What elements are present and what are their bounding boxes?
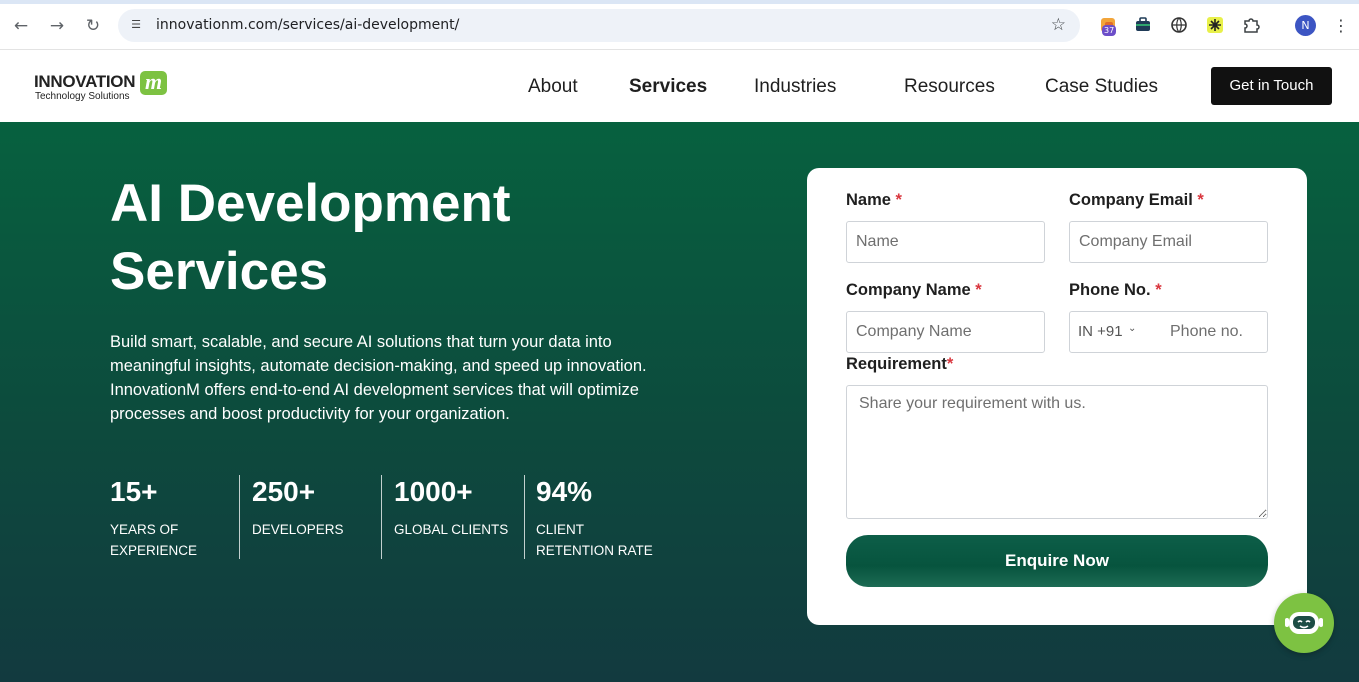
stat-label-line: EXPERIENCE [110,543,198,558]
label-text: Company Email [1069,191,1193,209]
name-field[interactable] [846,221,1045,263]
stat-value: 15+ [110,476,158,507]
phone-number-input[interactable] [1162,312,1267,352]
browser-toolbar: ← → ↻ ☰ innovationm.com/services/ai-deve… [0,0,1359,50]
stat-label-line: DEVELOPERS [252,522,344,537]
phone-field: IN +91 ⌄ [1069,311,1268,353]
stat-label-line: YEARS OF [110,522,179,537]
phone-label: Phone No. * [1069,281,1162,300]
stat-label: GLOBAL CLIENTS [394,519,508,540]
stat-label: YEARS OF EXPERIENCE [110,519,197,561]
required-mark: * [1197,191,1204,209]
profile-avatar[interactable]: N [1295,15,1316,36]
nav-about[interactable]: About [528,76,578,98]
stat-label-line: CLIENT [536,522,585,537]
stat-global-clients: 1000+ GLOBAL CLIENTS [394,475,508,559]
stat-label-line: RETENTION RATE [536,543,653,558]
logo-mark: m [140,71,167,95]
extension-badge: 37 [1102,25,1117,36]
required-mark: * [1155,281,1162,299]
requirement-label: Requirement* [846,355,953,374]
requirement-field[interactable] [846,385,1268,519]
nav-industries[interactable]: Industries [754,76,836,98]
briefcase-extension-icon[interactable] [1133,15,1153,35]
stat-label: DEVELOPERS [252,519,344,540]
globe-extension-icon[interactable] [1169,15,1189,35]
stat-label: CLIENT RETENTION RATE [536,519,653,561]
site-settings-icon[interactable]: ☰ [128,18,144,32]
title-line-1: AI Development [110,174,511,233]
robot-chat-icon [1285,612,1323,634]
company-name-field[interactable] [846,311,1045,353]
label-text: Phone No. [1069,281,1151,299]
company-email-label: Company Email * [1069,191,1204,210]
chevron-down-icon[interactable]: ⌄ [1128,323,1136,334]
logo-tagline: Technology Solutions [35,91,130,102]
nav-resources[interactable]: Resources [904,76,995,98]
chatbot-button[interactable] [1274,593,1334,653]
extensions-puzzle-icon[interactable] [1241,15,1261,35]
company-email-field[interactable] [1069,221,1268,263]
url-text[interactable]: innovationm.com/services/ai-development/ [156,17,459,33]
stat-experience: 15+ YEARS OF EXPERIENCE [110,475,197,559]
enquiry-form: Name * Company Email * Company Name * Ph… [807,168,1307,625]
hero-section: AI Development Services Build smart, sca… [0,122,1359,682]
stat-label-line: GLOBAL CLIENTS [394,522,509,537]
page-title: AI Development Services [110,170,710,306]
stat-retention: 94% CLIENT RETENTION RATE [536,475,653,559]
nav-case-studies[interactable]: Case Studies [1045,76,1158,98]
address-bar[interactable]: ☰ innovationm.com/services/ai-developmen… [118,9,1080,42]
enquire-now-button[interactable]: Enquire Now [846,535,1268,587]
stat-divider [524,475,525,559]
country-code-select[interactable]: IN +91 [1078,323,1123,340]
label-text: Name [846,191,891,209]
site-header: INNOVATION Technology Solutions m About … [0,50,1359,122]
required-mark: * [946,355,954,373]
stat-value: 94% [536,476,593,507]
sparkle-extension-icon[interactable] [1205,15,1225,35]
required-mark: * [895,191,902,209]
label-text: Requirement [846,355,947,373]
hero-description: Build smart, scalable, and secure AI sol… [110,333,647,423]
get-in-touch-button[interactable]: Get in Touch [1211,67,1332,105]
forward-arrow-icon[interactable]: → [46,15,68,37]
stat-developers: 250+ DEVELOPERS [252,475,344,559]
stat-value: 1000+ [394,476,473,507]
name-label: Name * [846,191,902,210]
bookmark-star-icon[interactable]: ☆ [1051,15,1066,35]
back-arrow-icon[interactable]: ← [10,15,32,37]
company-name-label: Company Name * [846,281,982,300]
stat-value: 250+ [252,476,316,507]
browser-menu-icon[interactable]: ⋮ [1333,15,1349,37]
reload-icon[interactable]: ↻ [82,15,104,37]
stat-divider [239,475,240,559]
innovationm-logo[interactable]: INNOVATION Technology Solutions m [34,71,169,103]
tab-strip [0,0,1359,4]
required-mark: * [975,281,982,299]
logo-brand-text: INNOVATION [34,72,136,91]
title-line-2: Services [110,242,329,301]
nav-services[interactable]: Services [629,76,707,98]
label-text: Company Name [846,281,971,299]
stat-divider [381,475,382,559]
